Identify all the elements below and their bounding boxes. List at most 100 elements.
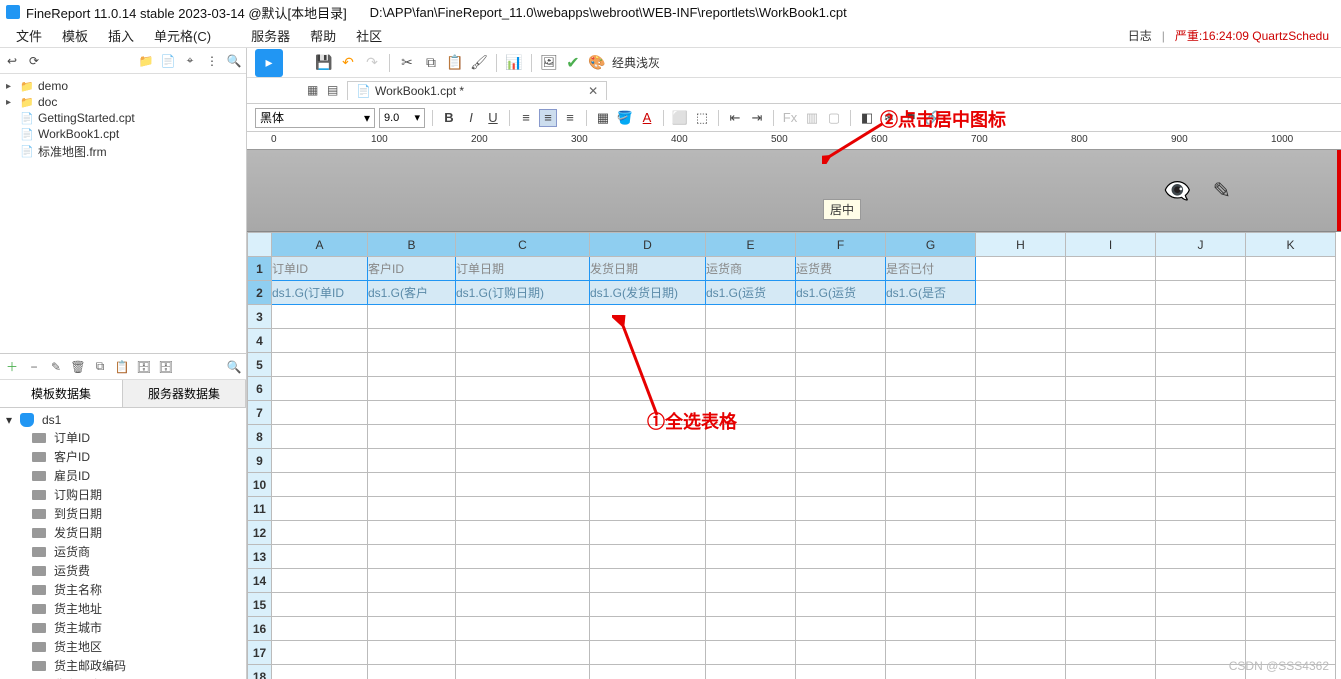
cell[interactable]: 客户ID xyxy=(368,257,456,281)
cell[interactable] xyxy=(976,473,1066,497)
cell[interactable] xyxy=(1066,425,1156,449)
cell[interactable] xyxy=(1246,257,1336,281)
row-header[interactable]: 15 xyxy=(248,593,272,617)
row-header[interactable]: 5 xyxy=(248,353,272,377)
cell[interactable] xyxy=(796,521,886,545)
cell[interactable] xyxy=(1246,473,1336,497)
ds-field[interactable]: 客户ID xyxy=(0,447,246,466)
cell[interactable] xyxy=(796,425,886,449)
cell[interactable] xyxy=(1156,449,1246,473)
cell[interactable] xyxy=(272,305,368,329)
merge-icon[interactable]: ⬜ xyxy=(671,109,689,127)
cell[interactable] xyxy=(976,641,1066,665)
cell[interactable] xyxy=(886,353,976,377)
cell[interactable] xyxy=(368,329,456,353)
cell[interactable] xyxy=(1066,401,1156,425)
cell[interactable] xyxy=(1246,497,1336,521)
row-header[interactable]: 7 xyxy=(248,401,272,425)
new-folder-icon[interactable]: 📁 xyxy=(138,53,154,69)
cell[interactable]: ds1.G(订购日期) xyxy=(456,281,590,305)
cell[interactable] xyxy=(796,329,886,353)
cell[interactable] xyxy=(796,641,886,665)
cell[interactable] xyxy=(456,497,590,521)
cell[interactable] xyxy=(590,425,706,449)
align-left-icon[interactable]: ≡ xyxy=(517,109,535,127)
cell[interactable] xyxy=(706,545,796,569)
cell[interactable] xyxy=(886,521,976,545)
cell[interactable] xyxy=(796,497,886,521)
refresh-icon[interactable]: ⟳ xyxy=(26,53,42,69)
options-icon[interactable]: ⋮ xyxy=(204,53,220,69)
ds-field[interactable]: 运货商 xyxy=(0,542,246,561)
paste-icon[interactable]: 📋 xyxy=(446,54,464,72)
cell[interactable] xyxy=(368,641,456,665)
row-header[interactable]: 11 xyxy=(248,497,272,521)
cell[interactable] xyxy=(272,473,368,497)
cell[interactable] xyxy=(976,305,1066,329)
row-header[interactable]: 8 xyxy=(248,425,272,449)
cell[interactable] xyxy=(1066,521,1156,545)
cell[interactable] xyxy=(886,329,976,353)
border-icon[interactable]: ▦ xyxy=(594,109,612,127)
cell[interactable] xyxy=(368,617,456,641)
indent-right-icon[interactable]: ⇥ xyxy=(748,109,766,127)
cell[interactable] xyxy=(706,617,796,641)
cell[interactable] xyxy=(1066,497,1156,521)
chart-icon[interactable]: 📊 xyxy=(505,54,523,72)
cell[interactable] xyxy=(1246,305,1336,329)
undo-icon[interactable]: ↶ xyxy=(339,54,357,72)
condition-icon[interactable]: ⚑ xyxy=(902,109,920,127)
row-header[interactable]: 14 xyxy=(248,569,272,593)
back-icon[interactable]: ↩ xyxy=(4,53,20,69)
cell[interactable]: ds1.G(运货 xyxy=(706,281,796,305)
cell[interactable] xyxy=(976,401,1066,425)
col-header[interactable]: H xyxy=(976,233,1066,257)
menu-6[interactable]: 社区 xyxy=(346,24,392,47)
file-item[interactable]: 📄WorkBook1.cpt xyxy=(0,126,246,142)
save-icon[interactable]: 💾 xyxy=(315,54,333,72)
cell[interactable] xyxy=(1066,617,1156,641)
cell[interactable] xyxy=(368,593,456,617)
cell[interactable] xyxy=(272,401,368,425)
cell[interactable] xyxy=(976,593,1066,617)
cell[interactable] xyxy=(976,329,1066,353)
cell[interactable] xyxy=(886,569,976,593)
cell[interactable] xyxy=(456,329,590,353)
cell[interactable]: 运货费 xyxy=(796,257,886,281)
cell[interactable] xyxy=(886,401,976,425)
cell[interactable] xyxy=(796,401,886,425)
cell[interactable] xyxy=(1246,329,1336,353)
cell[interactable] xyxy=(272,329,368,353)
cell[interactable] xyxy=(796,665,886,679)
cell[interactable] xyxy=(976,281,1066,305)
cell[interactable] xyxy=(976,425,1066,449)
cell[interactable]: 运货商 xyxy=(706,257,796,281)
cell[interactable] xyxy=(272,665,368,679)
cell[interactable] xyxy=(976,569,1066,593)
cell[interactable] xyxy=(1246,449,1336,473)
italic-button[interactable]: I xyxy=(462,109,480,127)
cell[interactable] xyxy=(590,617,706,641)
cell[interactable] xyxy=(1156,593,1246,617)
fill-color-icon[interactable]: 🪣 xyxy=(616,109,634,127)
file-tree[interactable]: ▸📁demo▸📁doc📄GettingStarted.cpt📄WorkBook1… xyxy=(0,74,246,354)
cell[interactable] xyxy=(1246,545,1336,569)
check-icon[interactable]: ✔ xyxy=(564,54,582,72)
cell[interactable] xyxy=(368,665,456,679)
cell[interactable]: 发货日期 xyxy=(590,257,706,281)
cell[interactable] xyxy=(1156,545,1246,569)
cell[interactable] xyxy=(886,377,976,401)
cell[interactable] xyxy=(886,617,976,641)
cell[interactable] xyxy=(706,497,796,521)
ds-field[interactable]: 订购日期 xyxy=(0,485,246,504)
cell[interactable]: ds1.G(发货日期) xyxy=(590,281,706,305)
cell[interactable] xyxy=(272,569,368,593)
cell[interactable] xyxy=(1066,569,1156,593)
cell[interactable] xyxy=(590,353,706,377)
cell[interactable] xyxy=(1156,521,1246,545)
row-header[interactable]: 6 xyxy=(248,377,272,401)
cell[interactable] xyxy=(706,449,796,473)
cell[interactable] xyxy=(886,497,976,521)
ds-field[interactable]: 货主邮政编码 xyxy=(0,656,246,675)
file-item[interactable]: 📄GettingStarted.cpt xyxy=(0,110,246,126)
